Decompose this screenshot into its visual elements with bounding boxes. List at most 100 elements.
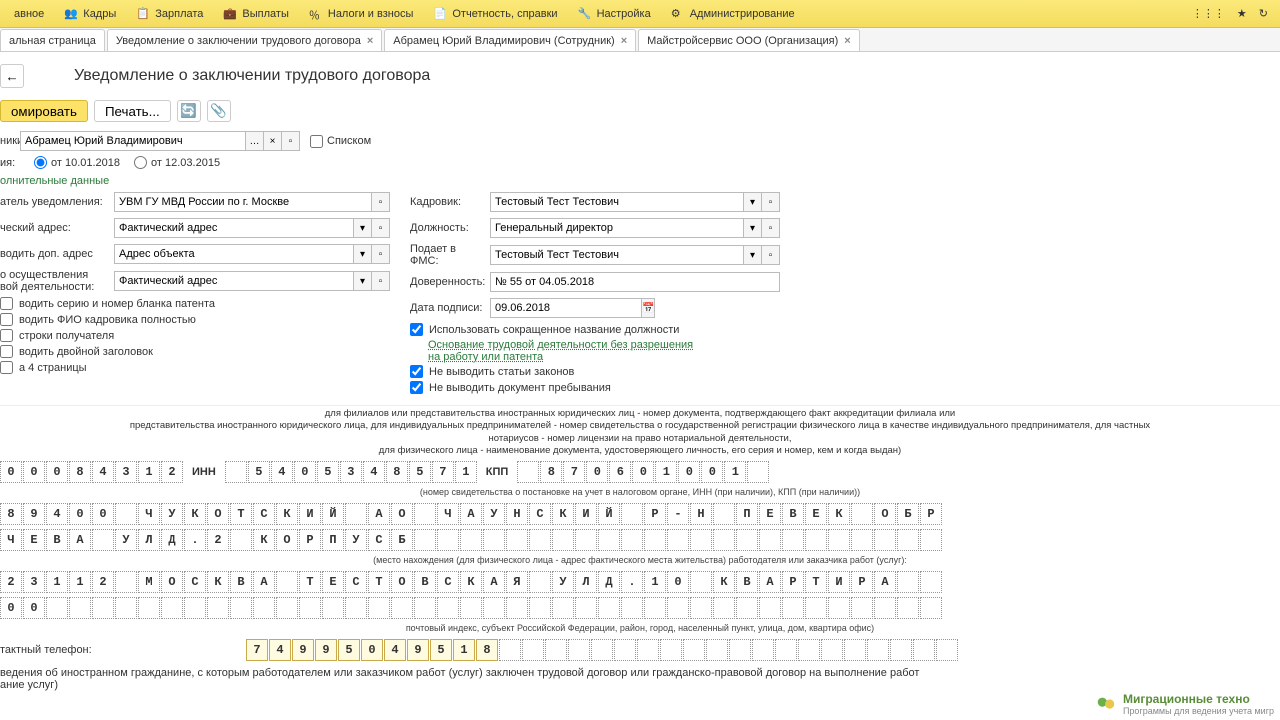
cell: Т [299,571,321,593]
open-button[interactable]: ▫ [372,244,390,264]
cell [867,639,889,661]
menu-salary[interactable]: 📋Зарплата [126,0,213,27]
cells-row-1: 00084312ИНН5405348571КПП870601001 [0,461,1280,483]
date-label: ия: [0,157,20,169]
chk-short[interactable] [410,323,423,336]
open-button[interactable]: ▫ [762,245,780,265]
tab-org[interactable]: Майстройсервис ООО (Организация)× [638,29,860,51]
additional-data-section[interactable]: олнительные данные [0,175,1280,187]
chk-patent[interactable] [0,297,13,310]
cell [690,597,712,619]
open-button[interactable]: ▫ [762,218,780,238]
activity-place-input[interactable] [114,271,354,291]
cell [115,503,137,525]
cell: 5 [317,461,339,483]
date-radio-2[interactable] [134,156,147,169]
wallet-icon: 💼 [223,7,237,21]
cells-row-2: 89400ЧУКОТСКИЙАОЧАУНСКИЙР-НПЕВЕКОБР [0,503,1280,525]
cells-row-3: ЧЕВАУЛД.2КОРПУСБ [0,529,1280,551]
cell: С [368,529,390,551]
fms-input[interactable] [490,245,744,265]
cell: О [391,571,413,593]
cell [667,529,689,551]
cell [575,529,597,551]
print-button[interactable]: Печать... [94,100,171,122]
dropdown-button[interactable]: ▾ [744,245,762,265]
cell: 5 [338,639,360,661]
tab-notification[interactable]: Уведомление о заключении трудового догов… [107,29,382,51]
proxy-input[interactable] [490,272,780,292]
chk-no-doc[interactable] [410,381,423,394]
notifier-input[interactable] [114,192,372,212]
sign-date-input[interactable] [490,298,642,318]
dropdown-button[interactable]: ▾ [354,244,372,264]
menu-main[interactable]: авное [4,0,54,27]
open-button[interactable]: ▫ [372,192,390,212]
menu-reports[interactable]: 📄Отчетность, справки [423,0,567,27]
form-button[interactable]: омировать [0,100,88,122]
cell [253,597,275,619]
brand-logo-icon [1095,693,1117,715]
menu-taxes[interactable]: ％Налоги и взносы [299,0,424,27]
close-icon[interactable]: × [367,35,373,47]
cell: А [460,503,482,525]
cell [759,529,781,551]
close-icon[interactable]: × [844,35,850,47]
cell [552,597,574,619]
chk-no-laws[interactable] [410,365,423,378]
basis-link[interactable]: Основание трудовой деятельности без разр… [428,339,708,363]
cell: 3 [340,461,362,483]
cell: 4 [46,503,68,525]
address-input[interactable] [114,218,354,238]
cell: О [276,529,298,551]
chk-fio[interactable] [0,313,13,326]
cell: . [184,529,206,551]
add-address-input[interactable] [114,244,354,264]
dropdown-button[interactable]: ▾ [744,218,762,238]
menu-admin[interactable]: ⚙Администрирование [661,0,805,27]
cell: . [621,571,643,593]
open-button[interactable]: ▫ [372,271,390,291]
cell: А [368,503,390,525]
employee-input[interactable] [20,131,246,151]
calendar-icon: 📋 [136,7,150,21]
open-button[interactable]: ▫ [762,192,780,212]
cell [225,461,247,483]
dropdown-button[interactable]: ▾ [354,271,372,291]
star-icon[interactable]: ★ [1237,7,1247,20]
ellipsis-button[interactable]: … [246,131,264,151]
dropdown-button[interactable]: ▾ [354,218,372,238]
cell [483,529,505,551]
chk-lines[interactable] [0,329,13,342]
cell [874,597,896,619]
hr-input[interactable] [490,192,744,212]
tab-employee[interactable]: Абрамец Юрий Владимирович (Сотрудник)× [384,29,636,51]
chk-pages[interactable] [0,361,13,374]
cell [828,529,850,551]
dropdown-button[interactable]: ▾ [744,192,762,212]
cell [414,529,436,551]
tab-start[interactable]: альная страница [0,29,105,51]
position-input[interactable] [490,218,744,238]
calendar-button[interactable]: 📅 [642,298,655,318]
export-button[interactable]: 📎 [207,100,231,122]
back-button[interactable]: ← [0,64,24,88]
open-button[interactable]: ▫ [372,218,390,238]
close-icon[interactable]: × [621,35,627,47]
cell: Е [23,529,45,551]
open-button[interactable]: ▫ [282,131,300,151]
cell [828,597,850,619]
date-radio-1[interactable] [34,156,47,169]
cell: А [253,571,275,593]
clear-button[interactable]: × [264,131,282,151]
cell: В [782,503,804,525]
list-checkbox[interactable] [310,135,323,148]
menu-payments[interactable]: 💼Выплаты [213,0,298,27]
menu-settings[interactable]: 🔧Настройка [568,0,661,27]
apps-icon[interactable]: ⋮⋮⋮ [1192,7,1225,20]
refresh-button[interactable]: 🔄 [177,100,201,122]
menu-hr[interactable]: 👥Кадры [54,0,126,27]
cell: 8 [540,461,562,483]
chk-double[interactable] [0,345,13,358]
history-icon[interactable]: ↻ [1259,7,1268,20]
